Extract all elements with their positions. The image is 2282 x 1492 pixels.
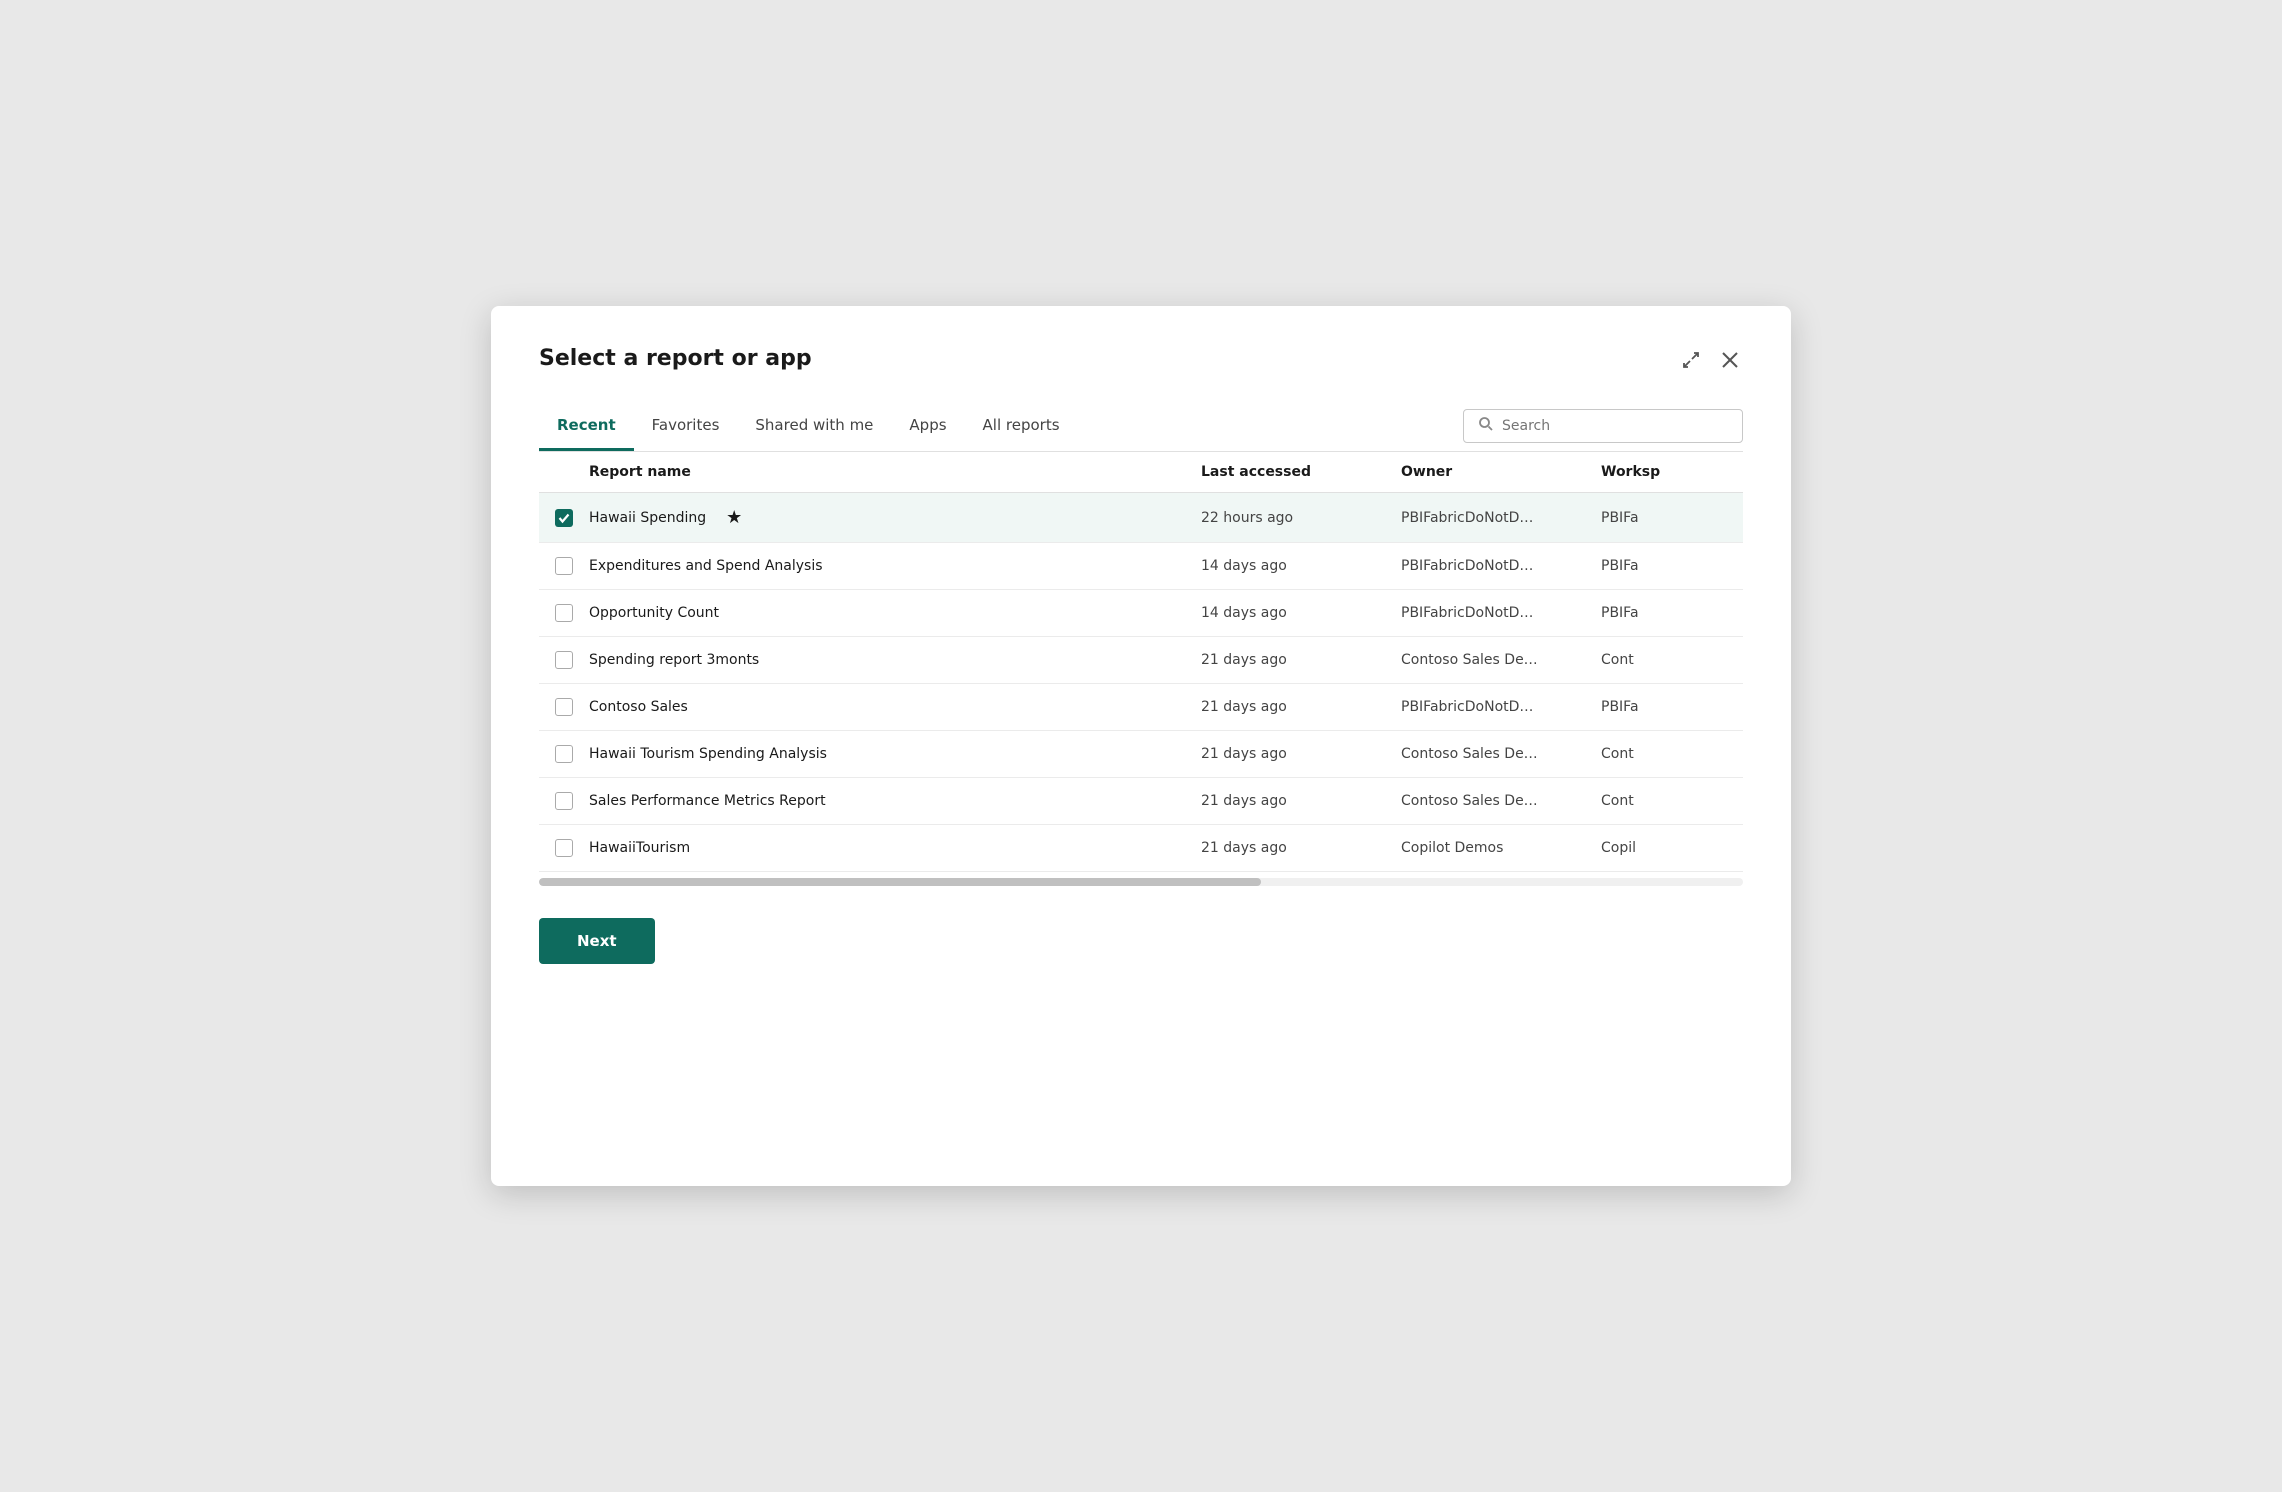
report-name-text: Spending report 3monts: [589, 652, 759, 668]
row-name: Opportunity Count: [589, 603, 1193, 623]
horizontal-scrollbar[interactable]: [539, 878, 1743, 886]
row-workspace: PBIFa: [1593, 603, 1743, 623]
col-header-report-name: Report name: [589, 462, 1193, 482]
search-icon: [1478, 416, 1494, 436]
col-header-checkbox: [539, 462, 589, 482]
row-owner: Copilot Demos: [1393, 838, 1593, 858]
row-last-accessed: 21 days ago: [1193, 791, 1393, 811]
tab-shared-with-me[interactable]: Shared with me: [737, 408, 891, 451]
row-owner: PBIFabricDoNotD…: [1393, 697, 1593, 717]
search-box: [1463, 409, 1743, 443]
row-workspace: PBIFa: [1593, 556, 1743, 576]
row-workspace: PBIFa: [1593, 508, 1743, 528]
row-owner: PBIFabricDoNotD…: [1393, 603, 1593, 623]
scrollbar-thumb[interactable]: [539, 878, 1261, 886]
close-button[interactable]: [1717, 347, 1743, 379]
tab-favorites[interactable]: Favorites: [634, 408, 738, 451]
tabs-search-row: Recent Favorites Shared with me Apps All…: [539, 408, 1743, 452]
row-last-accessed: 21 days ago: [1193, 697, 1393, 717]
table-header: Report name Last accessed Owner Worksp: [539, 452, 1743, 493]
row-workspace: Cont: [1593, 744, 1743, 764]
report-name-text: Hawaii Tourism Spending Analysis: [589, 746, 827, 762]
row-owner: Contoso Sales De…: [1393, 791, 1593, 811]
expand-icon: [1681, 350, 1701, 376]
row-checkbox[interactable]: [539, 602, 589, 624]
row-owner: PBIFabricDoNotD…: [1393, 508, 1593, 528]
row-name: Spending report 3monts: [589, 650, 1193, 670]
row-last-accessed: 21 days ago: [1193, 744, 1393, 764]
checkbox-empty-icon: [555, 839, 573, 857]
row-name: HawaiiTourism: [589, 838, 1193, 858]
row-name: Hawaii Tourism Spending Analysis: [589, 744, 1193, 764]
row-checkbox[interactable]: [539, 790, 589, 812]
row-name: Contoso Sales: [589, 697, 1193, 717]
checkbox-empty-icon: [555, 604, 573, 622]
row-last-accessed: 22 hours ago: [1193, 508, 1393, 528]
row-owner: Contoso Sales De…: [1393, 744, 1593, 764]
checkbox-empty-icon: [555, 557, 573, 575]
table-row[interactable]: Opportunity Count 14 days ago PBIFabricD…: [539, 590, 1743, 637]
row-workspace: Copil: [1593, 838, 1743, 858]
tab-recent[interactable]: Recent: [539, 408, 634, 451]
table-row[interactable]: Spending report 3monts 21 days ago Conto…: [539, 637, 1743, 684]
col-header-workspace: Worksp: [1593, 462, 1743, 482]
tab-all-reports[interactable]: All reports: [965, 408, 1078, 451]
row-name: Hawaii Spending ★: [589, 505, 1193, 530]
row-checkbox[interactable]: [539, 649, 589, 671]
report-name-text: Hawaii Spending: [589, 510, 706, 526]
col-header-last-accessed: Last accessed: [1193, 462, 1393, 482]
dialog-title: Select a report or app: [539, 346, 812, 371]
report-name-text: Expenditures and Spend Analysis: [589, 558, 823, 574]
row-workspace: Cont: [1593, 791, 1743, 811]
checkbox-empty-icon: [555, 651, 573, 669]
checkbox-empty-icon: [555, 792, 573, 810]
table-row[interactable]: Sales Performance Metrics Report 21 days…: [539, 778, 1743, 825]
row-last-accessed: 21 days ago: [1193, 838, 1393, 858]
report-name-text: Contoso Sales: [589, 699, 688, 715]
report-name-text: HawaiiTourism: [589, 840, 690, 856]
col-header-owner: Owner: [1393, 462, 1593, 482]
row-owner: PBIFabricDoNotD…: [1393, 556, 1593, 576]
star-icon: ★: [726, 507, 742, 528]
row-checkbox[interactable]: [539, 696, 589, 718]
tab-apps[interactable]: Apps: [891, 408, 964, 451]
report-name-text: Opportunity Count: [589, 605, 719, 621]
row-workspace: PBIFa: [1593, 697, 1743, 717]
table-row[interactable]: Hawaii Spending ★ 22 hours ago PBIFabric…: [539, 493, 1743, 543]
table-row[interactable]: HawaiiTourism 21 days ago Copilot Demos …: [539, 825, 1743, 872]
row-name: Sales Performance Metrics Report: [589, 791, 1193, 811]
row-last-accessed: 21 days ago: [1193, 650, 1393, 670]
close-icon: [1721, 351, 1739, 375]
row-owner: Contoso Sales De…: [1393, 650, 1593, 670]
dialog: Select a report or app: [491, 306, 1791, 1186]
row-last-accessed: 14 days ago: [1193, 603, 1393, 623]
next-button[interactable]: Next: [539, 918, 655, 964]
row-workspace: Cont: [1593, 650, 1743, 670]
header-icons: [1677, 346, 1743, 380]
dialog-header: Select a report or app: [539, 346, 1743, 380]
row-checkbox[interactable]: [539, 837, 589, 859]
table-row[interactable]: Expenditures and Spend Analysis 14 days …: [539, 543, 1743, 590]
checkbox-checked-icon: [555, 509, 573, 527]
row-last-accessed: 14 days ago: [1193, 556, 1393, 576]
dialog-footer: Next: [539, 918, 1743, 964]
row-checkbox[interactable]: [539, 507, 589, 529]
reports-table: Report name Last accessed Owner Worksp H…: [539, 452, 1743, 886]
row-name: Expenditures and Spend Analysis: [589, 556, 1193, 576]
row-checkbox[interactable]: [539, 555, 589, 577]
search-input[interactable]: [1502, 418, 1728, 434]
table-row[interactable]: Contoso Sales 21 days ago PBIFabricDoNot…: [539, 684, 1743, 731]
expand-button[interactable]: [1677, 346, 1705, 380]
row-checkbox[interactable]: [539, 743, 589, 765]
checkbox-empty-icon: [555, 745, 573, 763]
report-name-text: Sales Performance Metrics Report: [589, 793, 826, 809]
tabs: Recent Favorites Shared with me Apps All…: [539, 408, 1078, 451]
checkbox-empty-icon: [555, 698, 573, 716]
table-row[interactable]: Hawaii Tourism Spending Analysis 21 days…: [539, 731, 1743, 778]
